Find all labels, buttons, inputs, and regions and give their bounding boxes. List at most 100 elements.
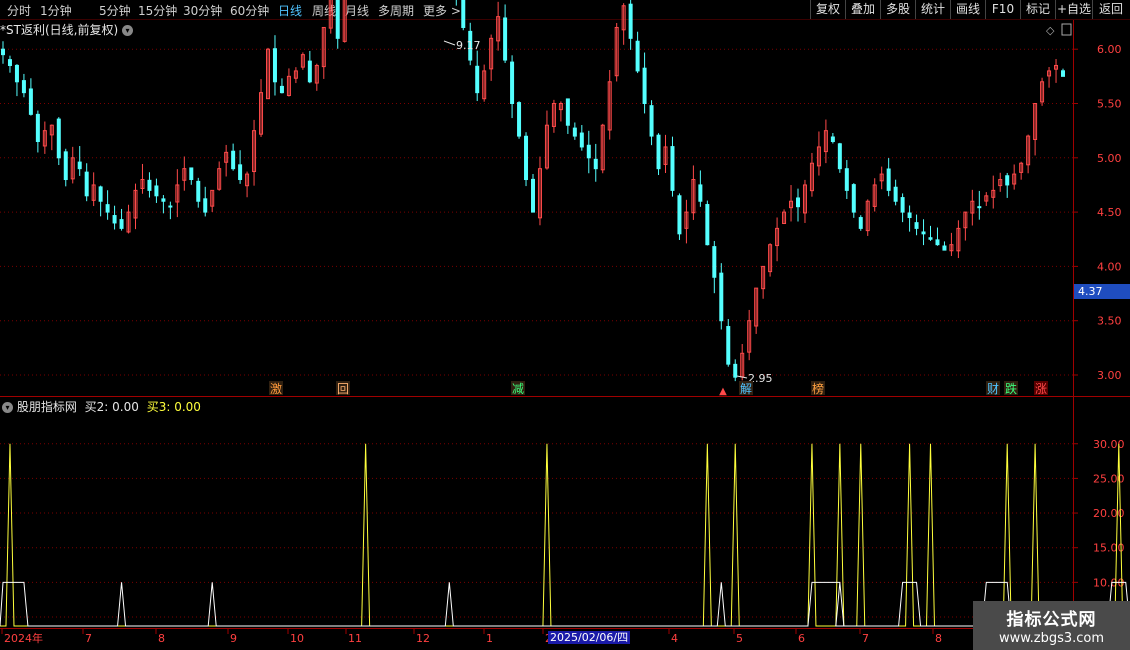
candle-down — [531, 178, 535, 213]
candle-down — [705, 204, 710, 246]
candle-down — [635, 40, 640, 72]
candle-down — [279, 85, 284, 94]
high-pointer — [443, 40, 456, 46]
candle-down — [907, 212, 912, 219]
candle-down — [928, 237, 933, 240]
signal-跌: 跌 — [1005, 381, 1017, 396]
candle-down — [272, 48, 277, 83]
price-tick-label: 4.50 — [1097, 206, 1122, 219]
candle-down — [307, 60, 312, 83]
candle-down — [510, 61, 515, 104]
time-label: 10 — [290, 632, 304, 645]
high-price-label: 9.17 — [456, 39, 481, 52]
candle-down — [837, 143, 842, 170]
price-tick-label: 3.50 — [1097, 315, 1122, 328]
candle-down — [203, 198, 208, 213]
time-label: 8 — [158, 632, 165, 645]
candle-down — [712, 246, 717, 278]
candle-down — [649, 105, 654, 137]
diamond-icon: ◇ — [1046, 24, 1055, 37]
candle-down — [719, 272, 724, 322]
time-label: 7 — [85, 632, 92, 645]
time-label: 2024年 — [4, 631, 43, 645]
candle-down — [35, 113, 40, 143]
candle-down — [851, 184, 856, 213]
price-tick-label: 5.00 — [1097, 152, 1122, 165]
signal-涨: 涨 — [1035, 381, 1047, 396]
candle-down — [168, 205, 173, 208]
candle-down — [105, 204, 110, 213]
candle-down — [503, 17, 508, 61]
candle-down — [900, 197, 905, 213]
price-tick-label: 6.50 — [1097, 0, 1122, 2]
candle-down — [893, 186, 898, 202]
candle-down — [593, 158, 598, 170]
candle-down — [189, 167, 194, 181]
candle-down — [1005, 175, 1010, 186]
buy2-series-line — [0, 443, 1130, 627]
indicator-name: 股朋指标网 — [16, 400, 77, 414]
candle-down — [726, 326, 731, 365]
indicator-title: ▾ 股朋指标网 买2: 0.00 买3: 0.00 — [2, 398, 201, 415]
candle-down — [1061, 70, 1065, 77]
signal-回: 回 — [337, 382, 349, 396]
time-label: 11 — [348, 632, 362, 645]
candle-down — [56, 118, 61, 159]
signal-榜: 榜 — [812, 381, 824, 396]
current-price-tag: 4.37 — [1074, 284, 1130, 299]
time-label: 8 — [935, 632, 942, 645]
buy3-series-line — [0, 581, 1130, 627]
candle-down — [565, 98, 570, 126]
candle-down — [112, 215, 117, 224]
scrollbar-icon — [1061, 23, 1072, 36]
candle-down — [231, 150, 236, 170]
candle-down — [572, 127, 577, 137]
candle-down — [196, 180, 201, 202]
candle-down — [84, 171, 89, 197]
candle-down — [238, 164, 243, 181]
candle-down — [677, 195, 682, 235]
candle-down — [830, 136, 835, 143]
indicator-menu-icon[interactable]: ▾ — [2, 402, 13, 413]
candle-down — [524, 135, 529, 181]
candle-down — [670, 146, 675, 191]
candle-down — [844, 168, 849, 191]
candle-down — [77, 161, 82, 170]
candle-down — [796, 197, 800, 208]
candle-down — [475, 65, 480, 94]
buy2-label: 买2: 0.00 — [84, 400, 139, 414]
watermark-title: 指标公式网 — [1006, 610, 1097, 630]
candle-down — [628, 3, 633, 39]
time-label: 1 — [486, 632, 493, 645]
time-label: 12 — [416, 632, 430, 645]
watermark-url: www.zbgs3.com — [998, 631, 1105, 646]
candle-down — [914, 222, 919, 229]
candle-down — [977, 206, 982, 209]
candle-down — [656, 134, 661, 170]
candle-down — [698, 184, 703, 202]
signal-减: 减 — [512, 382, 524, 396]
candle-down — [63, 151, 68, 181]
candle-down — [147, 179, 152, 191]
candle-down — [935, 239, 940, 246]
candle-down — [517, 102, 522, 137]
price-tick-label: 6.00 — [1097, 43, 1122, 56]
candle-down — [21, 80, 26, 94]
candle-down — [461, 0, 466, 28]
candle-down — [14, 64, 19, 83]
candle-down — [98, 186, 103, 202]
time-label: 7 — [862, 632, 869, 645]
candle-down — [119, 219, 124, 229]
price-tick-label: 4.00 — [1097, 260, 1122, 273]
candle-down — [161, 198, 166, 202]
candle-down — [7, 59, 12, 66]
selected-date-tag: 2025/02/06/四 — [548, 631, 631, 644]
candle-down — [733, 363, 738, 378]
kline-chart[interactable]: 9.008.508.007.507.006.506.005.505.004.50… — [0, 0, 1130, 650]
signal-解: 解 — [740, 382, 752, 396]
candle-down — [858, 217, 863, 229]
candle-down — [28, 88, 33, 115]
watermark: 指标公式网 www.zbgs3.com — [973, 601, 1130, 650]
signal-激: 激 — [270, 382, 282, 396]
time-label: 4 — [671, 632, 678, 645]
